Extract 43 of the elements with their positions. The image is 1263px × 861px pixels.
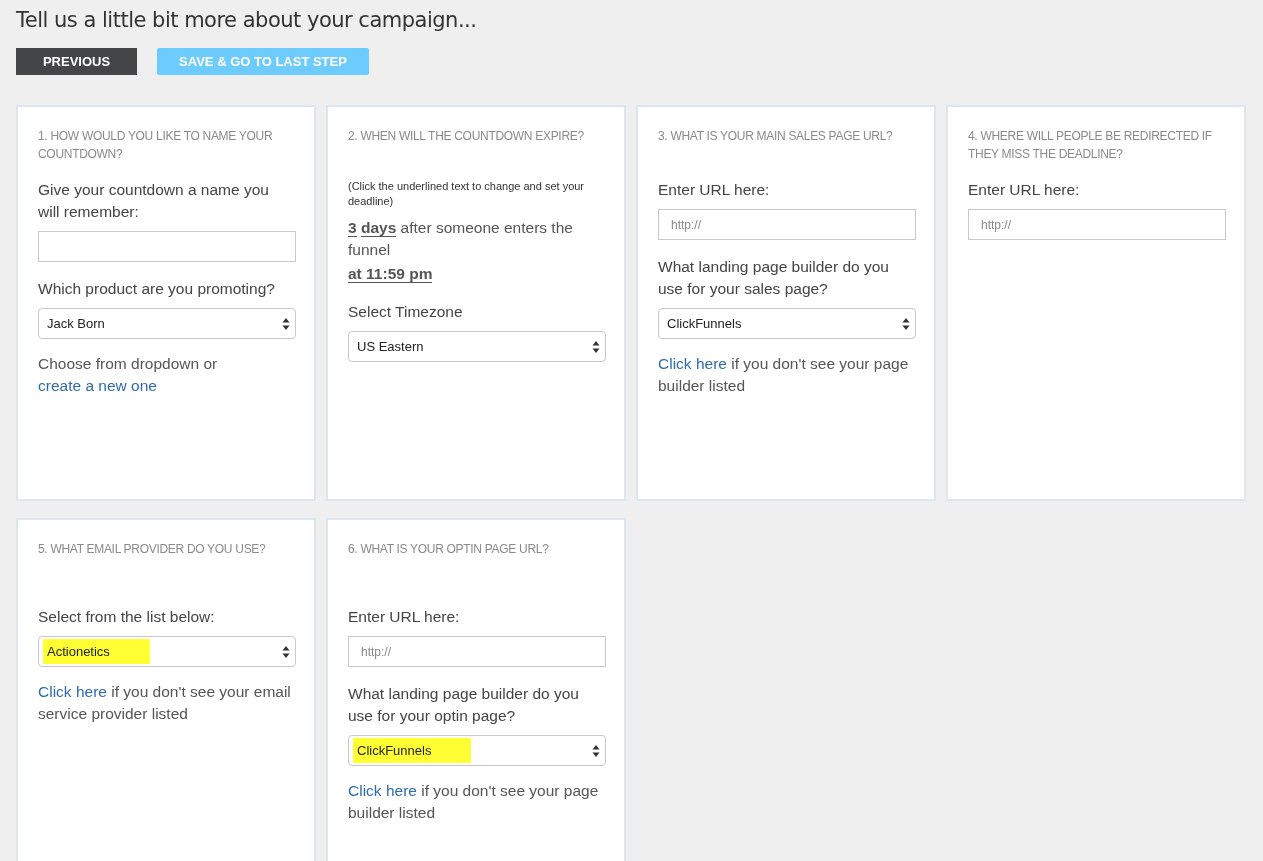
link[interactable]: Click here (658, 355, 727, 372)
dropdown[interactable]: ClickFunnels (658, 308, 916, 339)
deadline-setting-link[interactable]: 3 (348, 219, 357, 237)
url-field[interactable]: http:// (968, 209, 1226, 240)
deadline-setting-link[interactable]: at 11:59 pm (348, 265, 433, 283)
card-heading: 1. HOW WOULD YOU LIKE TO NAME YOUR COUNTDOWN? (38, 128, 274, 163)
updown-arrows-icon (282, 316, 290, 331)
link[interactable]: create a new one (38, 377, 157, 394)
field-label: Enter URL here: (658, 180, 771, 200)
dropdown[interactable]: Jack Born (38, 308, 296, 339)
help-text: Click here if you don't see your email service provider listed (38, 682, 292, 724)
field-label: Which product are you promoting? (38, 279, 276, 299)
dropdown[interactable]: Actionetics (38, 636, 296, 667)
updown-arrows-icon (592, 743, 600, 758)
card-heading: 2. WHEN WILL THE COUNTDOWN EXPIRE? (348, 128, 585, 145)
dropdown[interactable]: ClickFunnels (348, 735, 606, 766)
updown-arrows-icon (592, 339, 600, 354)
url-field[interactable]: http:// (348, 636, 606, 667)
updown-arrows-icon (282, 644, 290, 659)
link[interactable]: Click here (348, 782, 417, 799)
field-label: Select from the list below: (38, 607, 216, 627)
card-heading: 4. WHERE WILL PEOPLE BE REDIRECTED IF THEY MISS THE DEADLINE? (968, 128, 1213, 163)
help-text: Choose from dropdown or create a new one (38, 354, 219, 396)
dropdown[interactable]: US Eastern (348, 331, 606, 362)
card-heading: 3. WHAT IS YOUR MAIN SALES PAGE URL? (658, 128, 894, 145)
url-field[interactable]: http:// (658, 209, 916, 240)
field-label: What landing page builder do you use for your optin page? (348, 684, 580, 726)
deadline-setting-link[interactable]: days (360, 219, 397, 237)
field-label: Enter URL here: (348, 607, 461, 627)
field-label: Give your countdown a name you will remember: (38, 180, 270, 222)
field-label: What landing page builder do you use for your sales page? (658, 257, 890, 299)
card-heading: 6. WHAT IS YOUR OPTIN PAGE URL? (348, 541, 550, 558)
field-label: Enter URL here: (968, 180, 1081, 200)
page-title: Tell us a little bit more about your campaign... (16, 7, 478, 32)
name-field[interactable] (38, 231, 296, 262)
previous-button[interactable]: PREVIOUS (16, 48, 137, 75)
link[interactable]: Click here (38, 683, 107, 700)
hint-text: (Click the underlined text to change and set your deadline) (348, 179, 586, 209)
field-label: Select Timezone (348, 302, 464, 322)
updown-arrows-icon (902, 316, 910, 331)
help-text: Click here if you don't see your page builder listed (658, 354, 910, 396)
card-heading: 5. WHAT EMAIL PROVIDER DO YOU USE? (38, 541, 267, 558)
help-text: Click here if you don't see your page builder listed (348, 781, 600, 823)
